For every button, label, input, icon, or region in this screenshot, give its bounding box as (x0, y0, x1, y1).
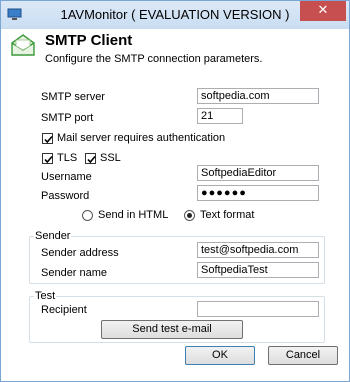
header-panel: SMTP Client Configure the SMTP connectio… (1, 29, 349, 73)
auth-label: Mail server requires authentication (57, 132, 226, 144)
cancel-button[interactable]: Cancel (268, 346, 338, 365)
recipient-input[interactable] (197, 301, 319, 317)
checkmark-icon (87, 155, 96, 164)
ok-button[interactable]: OK (185, 346, 255, 365)
send-html-radio[interactable] (82, 210, 93, 221)
send-test-email-button[interactable]: Send test e-mail (101, 320, 243, 339)
smtp-server-input[interactable]: softpedia.com (197, 88, 319, 104)
password-input[interactable]: ●●●●●● (197, 185, 319, 201)
tls-label: TLS (57, 152, 78, 164)
recipient-label: Recipient (41, 304, 87, 316)
title-bar[interactable]: 1AVMonitor ( EVALUATION VERSION ) ✕ (1, 1, 349, 29)
smtp-server-label: SMTP server (41, 91, 105, 103)
password-label: Password (41, 190, 90, 202)
radio-selected-dot (187, 213, 192, 218)
smtp-port-label: SMTP port (41, 112, 94, 124)
page-title: SMTP Client (45, 32, 133, 49)
sender-address-label: Sender address (41, 247, 119, 259)
sender-address-input[interactable]: test@softpedia.com (197, 242, 319, 258)
checkmark-icon (44, 155, 53, 164)
sender-name-input[interactable]: SoftpediaTest (197, 262, 319, 278)
sender-name-label: Sender name (41, 267, 108, 279)
window-title: 1AVMonitor ( EVALUATION VERSION ) (60, 7, 290, 22)
auth-checkbox[interactable] (42, 133, 53, 144)
text-format-radio[interactable] (184, 210, 195, 221)
username-input[interactable]: SoftpediaEditor (197, 165, 319, 181)
page-subtitle: Configure the SMTP connection parameters… (45, 53, 263, 65)
smtp-port-input[interactable]: 21 (197, 108, 243, 124)
envelope-icon (11, 34, 35, 56)
close-icon: ✕ (317, 3, 329, 18)
ssl-label: SSL (100, 152, 121, 164)
sender-group-title: Sender (34, 230, 72, 242)
form-area: SMTP server softpedia.com SMTP port 21 M… (5, 73, 344, 376)
username-label: Username (41, 171, 92, 183)
send-html-label: Send in HTML (98, 209, 169, 221)
text-format-label: Text format (200, 209, 255, 221)
checkmark-icon (44, 135, 53, 144)
smtp-client-window: 1AVMonitor ( EVALUATION VERSION ) ✕ SMTP… (0, 0, 350, 382)
tls-checkbox[interactable] (42, 153, 53, 164)
ssl-checkbox[interactable] (85, 153, 96, 164)
close-button[interactable]: ✕ (300, 1, 346, 21)
test-group-title: Test (34, 290, 57, 302)
